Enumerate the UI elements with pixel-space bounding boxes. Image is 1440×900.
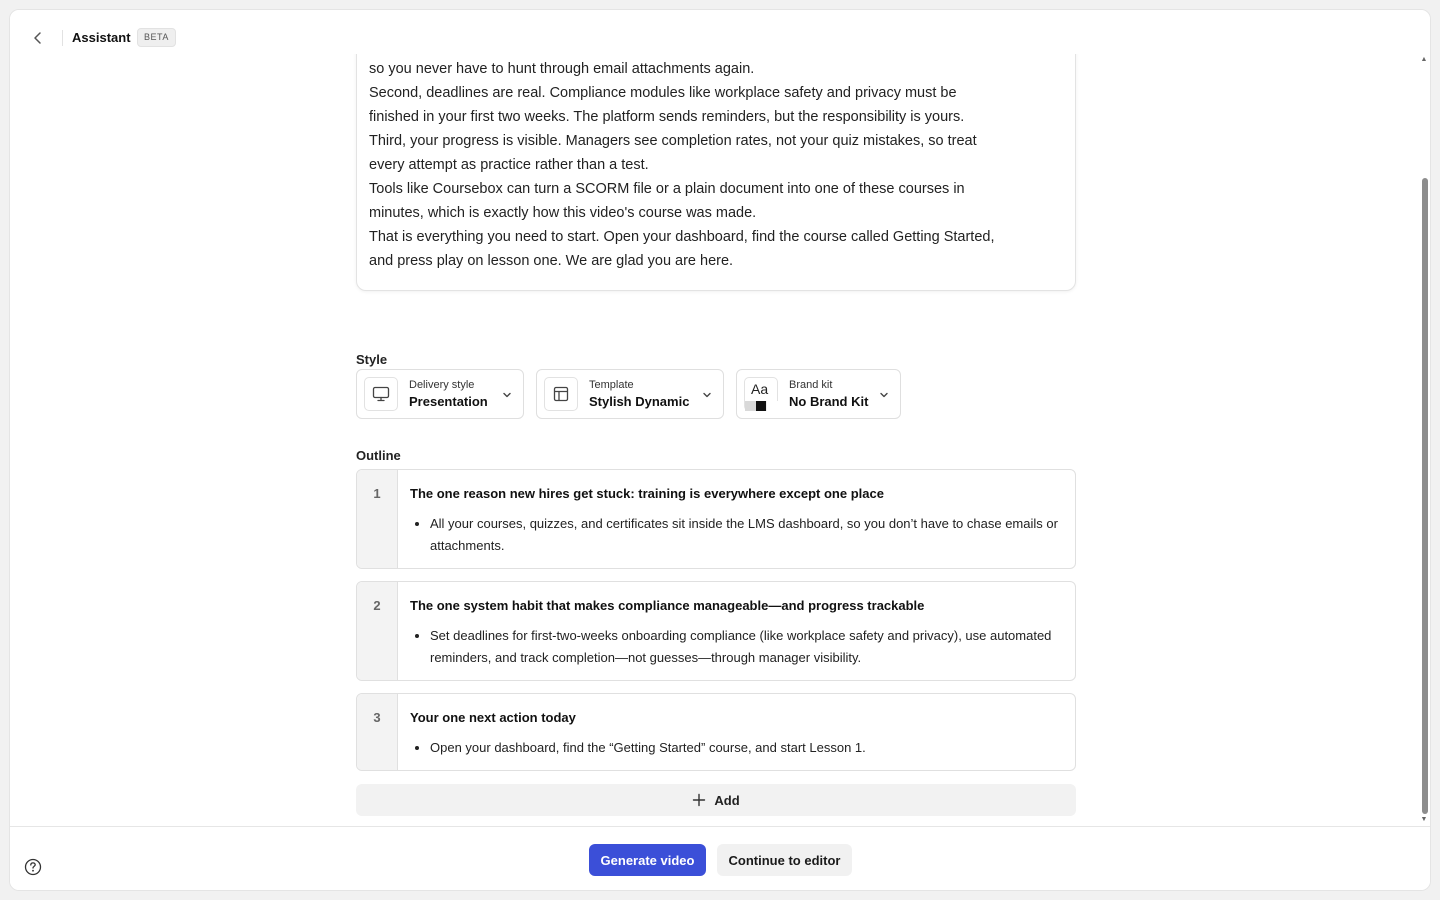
- delivery-style-caption: Delivery style: [409, 379, 475, 391]
- page-title: Assistant: [72, 30, 131, 45]
- script-paragraph: That is everything you need to start. Op…: [369, 229, 995, 269]
- beta-badge: BETA: [137, 28, 176, 47]
- add-outline-label: Add: [714, 792, 740, 808]
- template-select[interactable]: Template Stylish Dynamic: [536, 369, 724, 419]
- style-section-label: Style: [356, 352, 388, 367]
- back-button[interactable]: [27, 27, 49, 49]
- brand-kit-icon-text: Aa: [751, 381, 769, 397]
- outline-item[interactable]: 1 The one reason new hires get stuck: tr…: [356, 469, 1076, 569]
- script-paragraph: Second, deadlines are real. Compliance m…: [369, 85, 965, 125]
- add-outline-button[interactable]: Add: [356, 784, 1076, 816]
- plus-icon: [693, 793, 706, 807]
- scroll-up-arrow[interactable]: ▲: [1420, 56, 1428, 64]
- brand-kit-caption: Brand kit: [789, 379, 833, 391]
- main-scroll-area[interactable]: so you never have to hunt through email …: [10, 54, 1430, 826]
- chevron-left-icon: [34, 32, 41, 44]
- assistant-window: Assistant BETA so you never have to hunt…: [9, 9, 1431, 891]
- brand-kit-select[interactable]: Aa Brand kit No Brand Kit: [736, 369, 901, 419]
- footer: Generate video Continue to editor: [10, 826, 1430, 890]
- delivery-style-value: Presentation: [409, 394, 488, 409]
- outline-item-number: 2: [357, 582, 398, 680]
- brand-kit-icon: Aa: [744, 377, 778, 411]
- outline-item-title[interactable]: Your one next action today: [410, 710, 1063, 725]
- chevron-down-icon: [703, 392, 711, 398]
- script-paragraph: Third, your progress is visible. Manager…: [369, 133, 977, 173]
- template-caption: Template: [589, 379, 634, 391]
- chevron-down-icon: [880, 392, 888, 398]
- scrollbar-thumb[interactable]: [1422, 178, 1428, 814]
- header: Assistant BETA: [10, 10, 1430, 54]
- outline-item[interactable]: 3 Your one next action today Open your d…: [356, 693, 1076, 771]
- outline-section-label: Outline: [356, 448, 401, 463]
- outline-item-bullet[interactable]: Open your dashboard, find the “Getting S…: [430, 737, 1063, 759]
- brand-swatch: [756, 401, 766, 411]
- template-value: Stylish Dynamic: [589, 394, 690, 409]
- style-row: Delivery style Presentation Template Sty…: [356, 369, 901, 419]
- brand-swatch: [766, 401, 778, 411]
- continue-to-editor-button[interactable]: Continue to editor: [717, 844, 852, 876]
- script-paragraph: Tools like Coursebox can turn a SCORM fi…: [369, 181, 965, 221]
- monitor-icon: [364, 377, 398, 411]
- layout-icon: [544, 377, 578, 411]
- brand-kit-value: No Brand Kit: [789, 394, 869, 409]
- outline-item[interactable]: 2 The one system habit that makes compli…: [356, 581, 1076, 681]
- generate-video-button[interactable]: Generate video: [589, 844, 706, 876]
- outline-item-number: 3: [357, 694, 398, 770]
- delivery-style-select[interactable]: Delivery style Presentation: [356, 369, 524, 419]
- outline-item-bullet[interactable]: All your courses, quizzes, and certifica…: [430, 513, 1063, 557]
- header-divider: [62, 30, 63, 46]
- script-paragraph: so you never have to hunt through email …: [369, 61, 755, 77]
- outline-item-title[interactable]: The one reason new hires get stuck: trai…: [410, 486, 1063, 501]
- scroll-down-arrow[interactable]: ▼: [1420, 816, 1428, 824]
- script-card[interactable]: so you never have to hunt through email …: [356, 54, 1076, 291]
- chevron-down-icon: [503, 392, 511, 398]
- outline-item-number: 1: [357, 470, 398, 568]
- brand-swatch: [745, 401, 756, 411]
- outline-item-title[interactable]: The one system habit that makes complian…: [410, 598, 1063, 613]
- help-icon[interactable]: [24, 858, 42, 876]
- outline-item-bullet[interactable]: Set deadlines for first-two-weeks onboar…: [430, 625, 1063, 669]
